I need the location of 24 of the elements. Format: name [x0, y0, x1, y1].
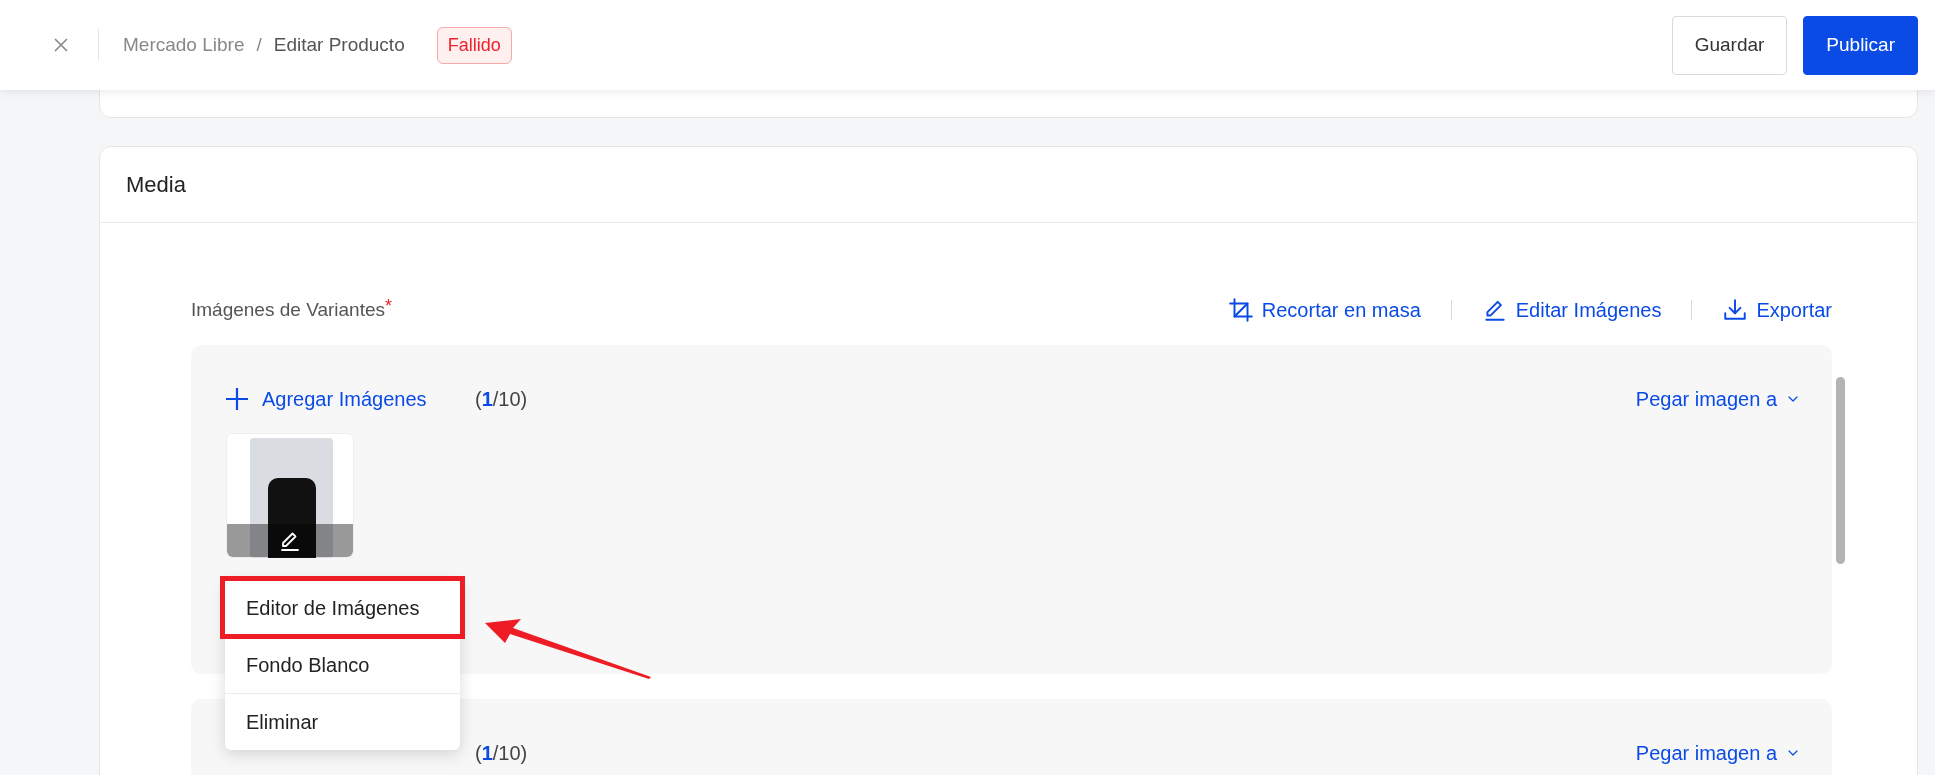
field-label: Imágenes de Variantes [191, 297, 385, 322]
breadcrumb-item[interactable]: Mercado Libre [123, 30, 245, 60]
toolbar-link[interactable]: Recortar en masa [1227, 295, 1421, 325]
breadcrumb-separator: / [256, 32, 262, 57]
menu-item[interactable]: Editor de Imágenes [220, 576, 465, 639]
plus-icon [226, 388, 248, 410]
scrollbar[interactable] [1836, 377, 1845, 564]
breadcrumb-item: Editar Producto [273, 32, 405, 57]
add-images-link[interactable]: Agregar Imágenes [226, 384, 475, 414]
image-thumbnail[interactable] [226, 433, 354, 558]
required-mark: * [385, 295, 392, 318]
toolbar-link[interactable]: Exportar [1722, 295, 1832, 325]
section-title: Media [126, 171, 186, 199]
status-badge: Fallido [436, 26, 512, 64]
save-button[interactable]: Guardar [1671, 15, 1788, 75]
image-count: (1/10) [475, 387, 528, 412]
paste-image-dropdown[interactable]: Pegar imagen a [1635, 384, 1801, 414]
paste-image-dropdown[interactable]: Pegar imagen a [1635, 738, 1801, 768]
crop-icon [1227, 297, 1254, 323]
menu-item[interactable]: Fondo Blanco [225, 636, 460, 693]
image-count: (1/10) [475, 741, 528, 766]
toolbar-link[interactable]: Editar Imágenes [1481, 295, 1662, 325]
download-icon [1722, 297, 1749, 323]
publish-button[interactable]: Publicar [1803, 15, 1918, 75]
